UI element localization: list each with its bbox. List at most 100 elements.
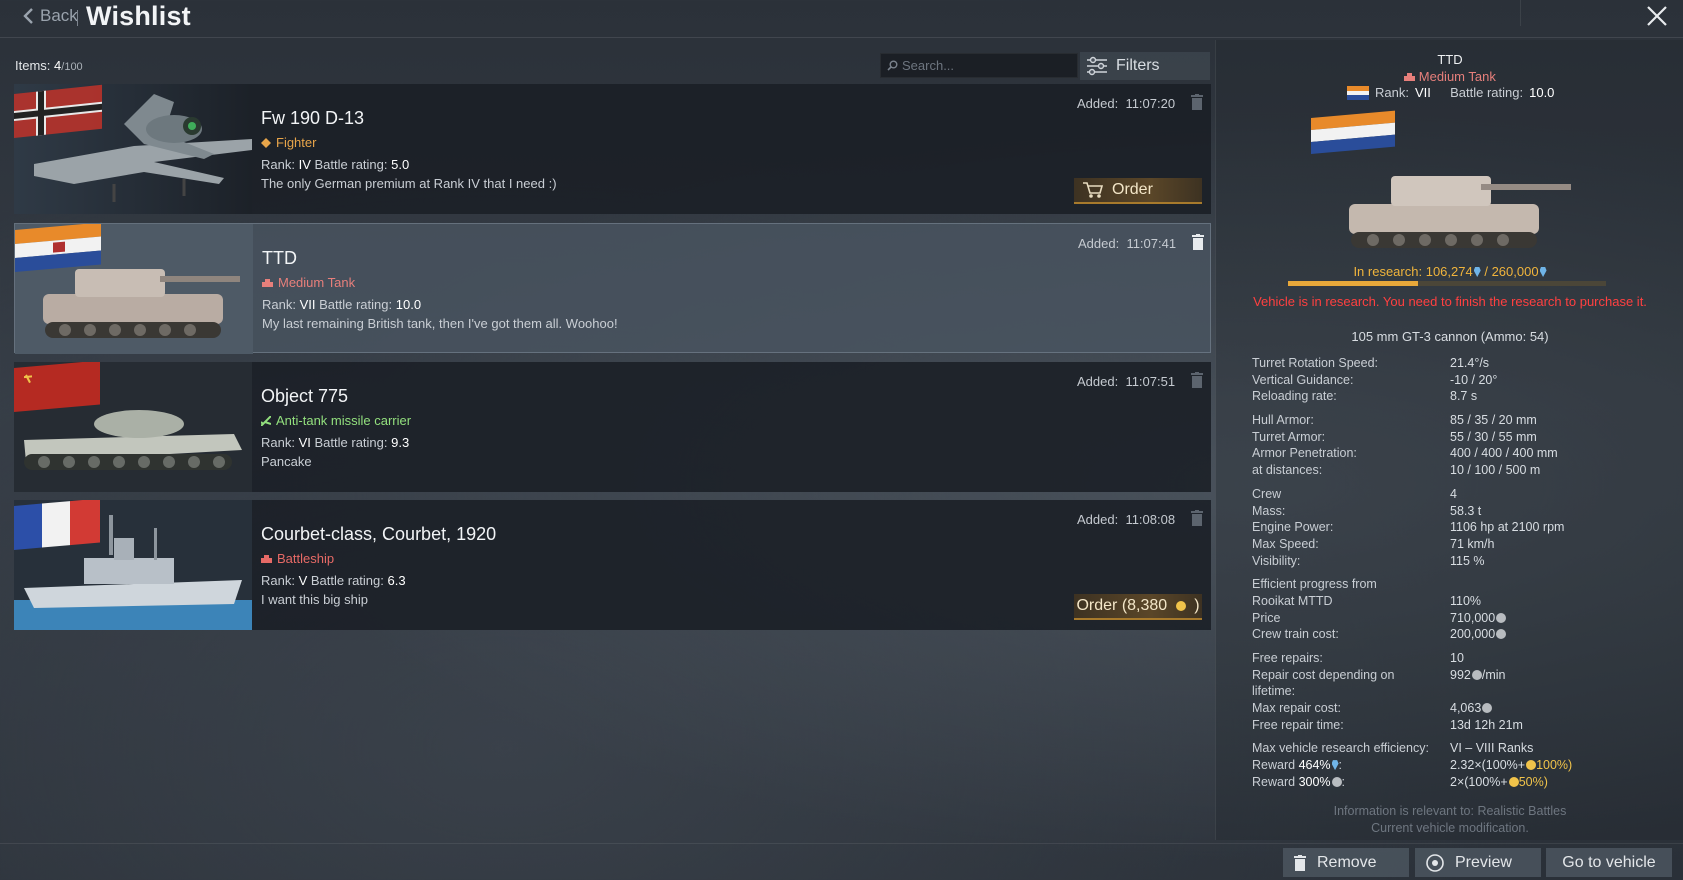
research-label: In research:	[1353, 264, 1423, 279]
stat-value: 13d 12h 21m	[1450, 717, 1523, 732]
vehicle-rank: Rank: VI Battle rating: 9.3	[261, 435, 409, 450]
stat-key: Turret Armor:	[1252, 429, 1326, 444]
main-armament: 105 mm GT-3 cannon (Ammo: 54)	[1351, 329, 1549, 344]
preview-button[interactable]: Preview	[1415, 848, 1541, 877]
close-icon[interactable]	[1645, 4, 1669, 28]
vehicle-type: Anti-tank missile carrier	[261, 413, 411, 428]
stat-row: Free repairs: 10	[1252, 650, 1672, 667]
rank-value: IV	[298, 157, 311, 172]
remove-button[interactable]: Remove	[1283, 848, 1409, 877]
added-time: Added: 11:08:08	[1077, 512, 1175, 527]
stat-row: Vertical Guidance: -10 / 20°	[1252, 372, 1672, 389]
order-price-suffix: )	[1194, 597, 1200, 614]
stat-value: 55 / 30 / 55 mm	[1450, 429, 1537, 444]
research-status: In research: 106,274 / 260,000	[1216, 264, 1683, 279]
list-item-selected[interactable]: TTD Medium Tank Rank: VII Battle rating:…	[14, 223, 1211, 354]
vehicle-type: Medium Tank	[262, 275, 355, 290]
reward-bonus: 50%)	[1518, 774, 1548, 789]
preview-label: Preview	[1455, 853, 1512, 871]
br-value: 5.0	[391, 157, 410, 172]
stat-row: Repair cost depending on 992/min	[1252, 667, 1672, 684]
vehicle-info-panel: TTD Medium Tank Rank: VII Battle rating:…	[1215, 40, 1683, 840]
filters-icon	[1087, 56, 1107, 76]
stat-key: Max Speed:	[1252, 536, 1319, 551]
page-title: Wishlist	[86, 1, 191, 31]
go-to-vehicle-button[interactable]: Go to vehicle	[1546, 848, 1672, 877]
vehicle-rank: Rank: IV Battle rating: 5.0	[261, 157, 409, 172]
vehicle-name: Object 775	[261, 386, 349, 406]
stat-key: Visibility:	[1252, 553, 1301, 568]
research-points-icon	[1539, 267, 1547, 277]
chevron-left-icon	[23, 8, 33, 24]
panel-vehicle-type-label: Medium Tank	[1418, 69, 1496, 84]
silver-lion-icon	[1496, 629, 1507, 640]
rank-value: V	[298, 573, 308, 588]
reward-pct: 464%	[1298, 758, 1331, 773]
reward-bonus: 100%)	[1536, 758, 1573, 773]
vehicle-type-label: Medium Tank	[278, 275, 356, 290]
search-box[interactable]	[880, 53, 1078, 78]
stat-key: Armor Penetration:	[1252, 446, 1357, 461]
list-item[interactable]: Object 775 Anti-tank missile carrier Ran…	[14, 362, 1211, 492]
stat-value: 2.32×(100%+	[1450, 758, 1526, 773]
silver-lion-icon	[1471, 669, 1482, 680]
stat-key: lifetime:	[1252, 684, 1296, 699]
stat-value: 4,063	[1450, 701, 1482, 716]
stat-value: -10 / 20°	[1450, 372, 1498, 387]
list-item[interactable]: Fw 190 D-13 Fighter Rank: IV Battle rati…	[14, 84, 1211, 214]
trash-icon[interactable]	[1190, 94, 1204, 110]
order-button[interactable]: Order	[1074, 178, 1202, 204]
stat-value: 110%	[1450, 593, 1482, 608]
br-label: Battle rating:	[314, 435, 388, 450]
silver-lion-icon	[1331, 776, 1342, 787]
golden-eagle-icon	[1508, 776, 1519, 787]
order-label: Order	[1112, 181, 1153, 198]
stat-key: Engine Power:	[1252, 520, 1334, 535]
vehicle-note: The only German premium at Rank IV that …	[261, 176, 557, 191]
search-input[interactable]	[902, 58, 1072, 73]
items-count-max: /100	[61, 61, 83, 73]
stat-value: 85 / 35 / 20 mm	[1450, 413, 1537, 428]
stat-row: Turret Armor: 55 / 30 / 55 mm	[1252, 429, 1672, 446]
panel-vehicle-type: Medium Tank	[1216, 69, 1683, 84]
south-africa-flag-icon	[1347, 85, 1369, 100]
silver-lion-icon	[1496, 612, 1507, 623]
rank-label: Rank:	[261, 573, 295, 588]
back-button[interactable]: Back	[22, 6, 78, 26]
filters-button[interactable]: Filters	[1080, 52, 1210, 80]
stat-key: Price	[1252, 610, 1281, 625]
stat-row: Visibility: 115 %	[1252, 553, 1672, 570]
list-item[interactable]: Courbet-class, Courbet, 1920 Battleship …	[14, 500, 1211, 630]
panel-vehicle-image	[1311, 110, 1571, 248]
added-value: 11:08:08	[1125, 512, 1176, 527]
stat-row: Engine Power: 1106 hp at 2100 rpm	[1252, 519, 1672, 536]
stat-row: Armor Penetration: 400 / 400 / 400 mm	[1252, 445, 1672, 462]
stat-value: 115 %	[1450, 553, 1485, 568]
golden-eagle-icon	[1176, 601, 1187, 611]
stat-row: Max vehicle research efficiency: VI – VII…	[1252, 740, 1672, 757]
stats-table: Turret Rotation Speed: 21.4°/s Vertical G…	[1252, 355, 1672, 791]
order-price-button[interactable]: Order (8,380)	[1074, 594, 1202, 620]
stat-row: Reward 300%: 2×(100%+ 50%)	[1252, 774, 1548, 789]
vehicle-note: Pancake	[261, 454, 312, 469]
missile-carrier-icon	[261, 415, 271, 426]
added-value: 11:07:41	[1126, 236, 1177, 251]
added-label: Added:	[1077, 96, 1119, 111]
stat-value: 992	[1450, 667, 1471, 682]
stat-row: Free repair time: 13d 12h 21m	[1252, 717, 1672, 734]
stat-key[interactable]: Rooikat MTTD	[1252, 593, 1450, 610]
added-label: Added:	[1077, 374, 1119, 389]
stat-row: Reward 464%: 2.32×(100%+ 100%)	[1252, 758, 1573, 773]
trash-icon[interactable]	[1190, 372, 1204, 388]
trash-icon[interactable]	[1191, 234, 1205, 250]
trash-icon[interactable]	[1190, 510, 1204, 526]
ussr-flag	[14, 362, 100, 412]
research-current: 106,274	[1425, 264, 1473, 279]
added-time: Added: 11:07:51	[1077, 374, 1175, 389]
stat-value: 8.7 s	[1450, 389, 1478, 404]
stat-key: Max vehicle research efficiency:	[1252, 741, 1429, 756]
research-progress-bar	[1288, 281, 1606, 286]
stat-value: 10	[1450, 651, 1464, 665]
research-points-icon	[1331, 760, 1339, 771]
repair-unit: /min	[1481, 667, 1506, 682]
